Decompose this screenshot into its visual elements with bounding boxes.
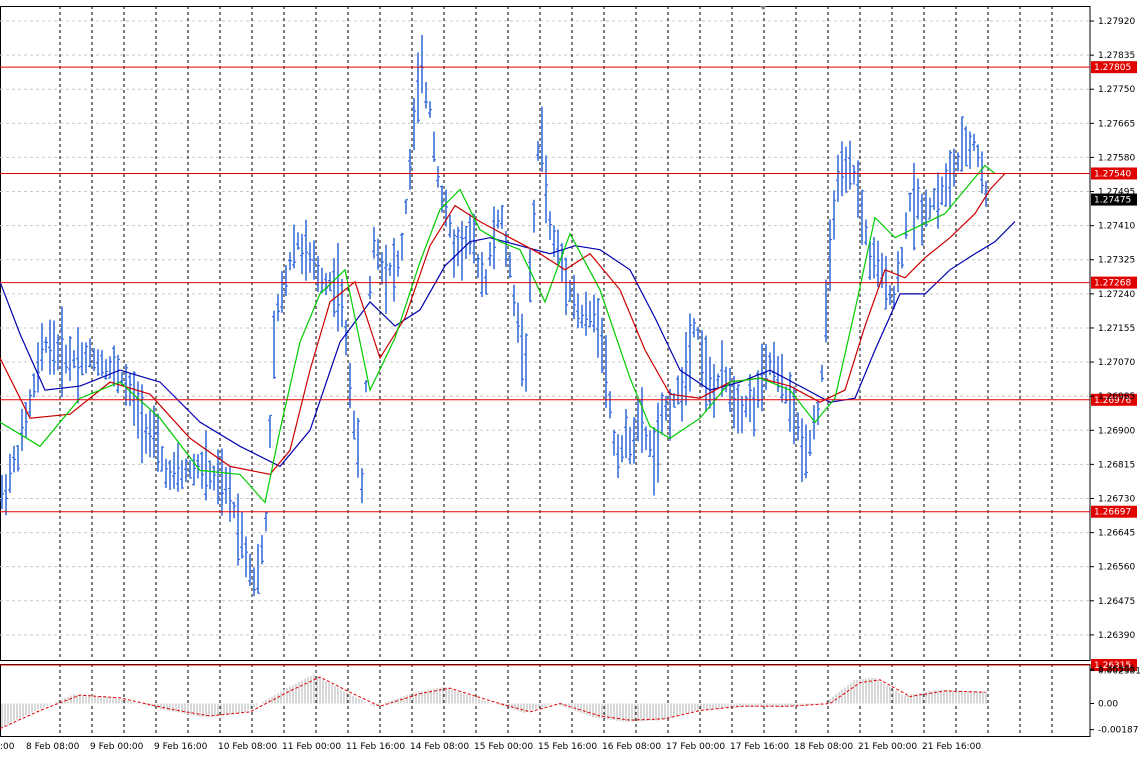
level-label: 1.27805 [1094, 63, 1131, 73]
y-tick-label: 1.26985 [1098, 392, 1135, 402]
x-tick-label: 18 Feb 08:00 [794, 742, 853, 752]
osc-y-tick-label: -0.00187 [1098, 726, 1138, 736]
x-tick-label: 10 Feb 08:00 [218, 742, 277, 752]
y-tick-label: 1.26645 [1098, 529, 1135, 539]
osc-y-tick-label: 0.00 [1098, 699, 1118, 709]
y-tick-label: 1.27495 [1098, 188, 1135, 198]
x-tick-label: 8 Feb 08:00 [26, 742, 80, 752]
osc-y-tick-label: 0.002381 [1098, 666, 1140, 676]
y-tick-label: 1.26815 [1098, 460, 1135, 470]
chart-canvas[interactable]: 1.278051.275401.272681.269761.266971.263… [0, 0, 1140, 757]
y-tick-label: 1.27835 [1098, 51, 1135, 61]
x-tick-label: 11 Feb 00:00 [282, 742, 341, 752]
x-tick-label: 15 Feb 16:00 [538, 742, 597, 752]
y-tick-label: 1.27070 [1098, 358, 1135, 368]
y-tick-label: 1.27750 [1098, 85, 1135, 95]
y-tick-label: 1.26475 [1098, 597, 1135, 607]
level-label: 1.27540 [1094, 169, 1131, 179]
level-label: 1.27268 [1094, 279, 1131, 289]
x-tick-label: 9 Feb 00:00 [90, 742, 144, 752]
x-tick-label: 17 Feb 00:00 [666, 742, 725, 752]
y-tick-label: 1.27410 [1098, 222, 1135, 232]
level-label: 1.26697 [1094, 508, 1131, 518]
y-tick-label: 1.26730 [1098, 494, 1135, 504]
y-tick-label: 1.27580 [1098, 153, 1135, 163]
chart-background [0, 0, 1140, 757]
x-tick-label: 21 Feb 16:00 [922, 742, 981, 752]
y-tick-label: 1.26390 [1098, 631, 1135, 641]
x-tick-label: :00 [0, 742, 15, 752]
y-tick-label: 1.26900 [1098, 426, 1135, 436]
x-tick-label: 17 Feb 16:00 [730, 742, 789, 752]
x-tick-label: 15 Feb 00:00 [474, 742, 533, 752]
x-tick-label: 11 Feb 16:00 [346, 742, 405, 752]
y-tick-label: 1.27240 [1098, 290, 1135, 300]
y-tick-label: 1.26560 [1098, 563, 1135, 573]
x-tick-label: 14 Feb 08:00 [410, 742, 469, 752]
x-tick-label: 9 Feb 16:00 [154, 742, 208, 752]
y-tick-label: 1.27920 [1098, 17, 1135, 27]
y-tick-label: 1.27325 [1098, 256, 1135, 266]
y-tick-label: 1.27155 [1098, 324, 1135, 334]
x-tick-label: 21 Feb 00:00 [858, 742, 917, 752]
y-tick-label: 1.27665 [1098, 119, 1135, 129]
trading-chart[interactable]: 1.27805 1.27540 1.27268 1.26976 1.26697 1.263… [0, 0, 1140, 757]
x-tick-label: 16 Feb 08:00 [602, 742, 661, 752]
